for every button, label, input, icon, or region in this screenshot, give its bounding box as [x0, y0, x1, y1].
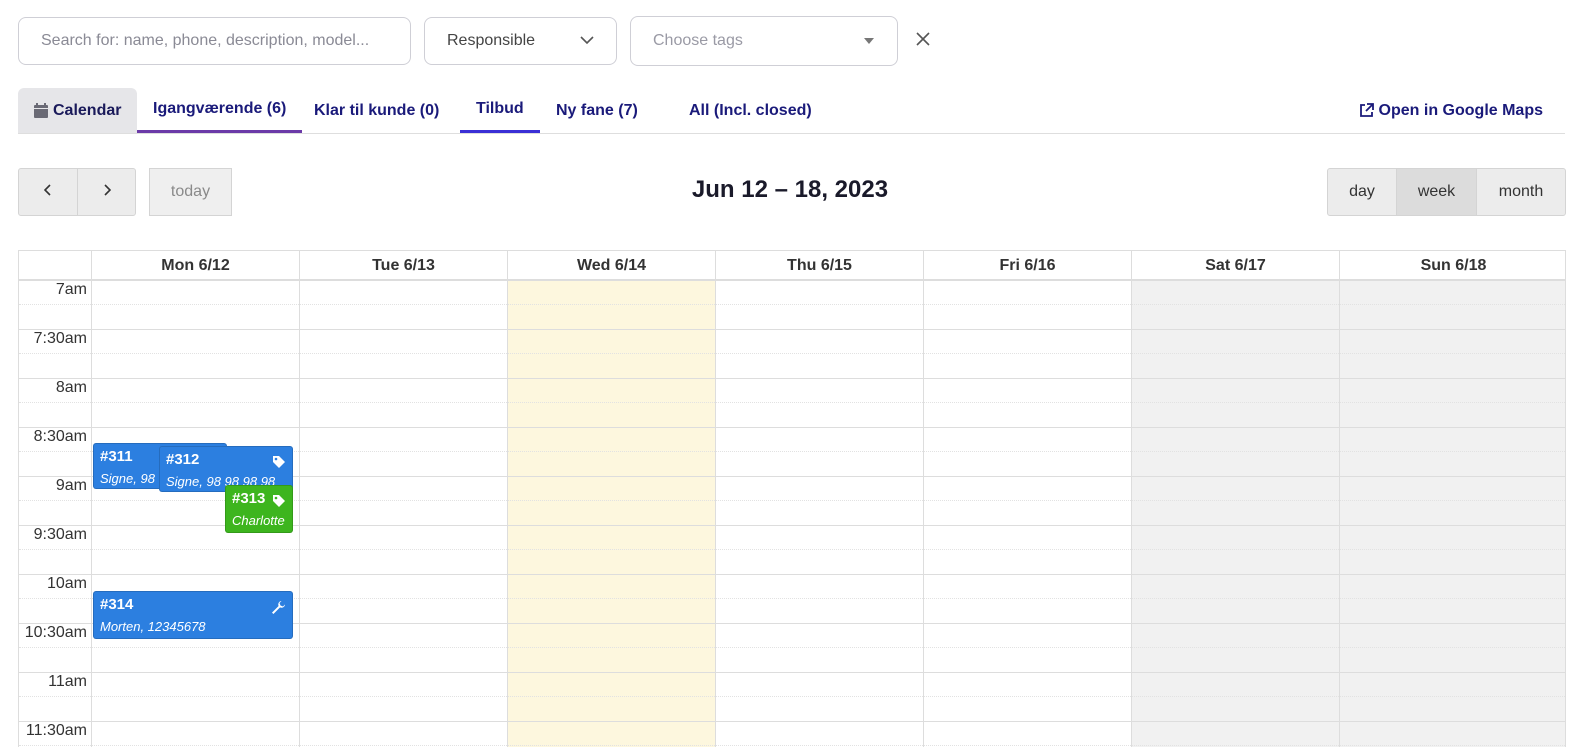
search-field[interactable]: [18, 17, 411, 65]
tab-ny-fane[interactable]: Ny fane (7): [540, 88, 654, 133]
slot-line: [19, 353, 1565, 354]
calendar-title: Jun 12 – 18, 2023: [691, 176, 889, 203]
tag-icon: [272, 455, 286, 472]
tab-label: Igangværende (6): [153, 100, 287, 117]
day-column-thu[interactable]: [715, 280, 923, 747]
slot-line: [19, 427, 1565, 428]
responsible-select[interactable]: Responsible: [424, 17, 617, 65]
slot-line: [19, 721, 1565, 722]
day-column-wed-today[interactable]: [507, 280, 715, 747]
day-header: Mon 6/12: [91, 251, 299, 280]
tags-placeholder: Choose tags: [653, 32, 743, 49]
next-button[interactable]: [77, 168, 136, 216]
time-label: 9am: [55, 477, 87, 494]
day-column-sat[interactable]: [1131, 280, 1339, 747]
tab-tilbud[interactable]: Tilbud: [460, 88, 540, 133]
slot-line: [19, 647, 1565, 648]
time-label: 9:30am: [33, 526, 87, 543]
tab-klar-til-kunde[interactable]: Klar til kunde (0): [298, 88, 455, 133]
day-header: Fri 6/16: [923, 251, 1131, 280]
time-label: 7:30am: [33, 330, 87, 347]
tab-label: Ny fane (7): [556, 101, 638, 119]
open-google-maps-link[interactable]: Open in Google Maps: [1359, 88, 1543, 133]
slot-line: [19, 304, 1565, 305]
day-header: Tue 6/13: [299, 251, 507, 280]
slot-line: [19, 549, 1565, 550]
slot-line: [19, 329, 1565, 330]
tab-label: Tilbud: [476, 100, 524, 117]
slot-line: [19, 574, 1565, 575]
day-column-fri[interactable]: [923, 280, 1131, 747]
view-day-button[interactable]: day: [1327, 168, 1397, 216]
caret-down-icon: [863, 32, 875, 50]
event-number: #314: [100, 596, 134, 613]
event-description: Morten, 12345678: [100, 619, 206, 634]
slot-line: [19, 402, 1565, 403]
search-input[interactable]: [41, 32, 388, 50]
time-label: 10am: [46, 575, 87, 592]
slot-line: [19, 378, 1565, 379]
time-label: 11am: [48, 673, 87, 690]
time-label: 10:30am: [24, 624, 87, 641]
tab-calendar[interactable]: Calendar: [18, 88, 137, 133]
event-313[interactable]: #313 Charlotte: [225, 485, 293, 533]
slot-line: [19, 696, 1565, 697]
chevron-left-icon: [43, 183, 52, 201]
event-number: #312: [166, 451, 200, 468]
day-header: Wed 6/14: [507, 251, 715, 280]
slot-line: [19, 280, 1565, 281]
view-month-button[interactable]: month: [1476, 168, 1566, 216]
event-description: Charlotte: [232, 513, 285, 528]
calendar-icon: [34, 103, 48, 118]
day-header-row: Mon 6/12 Tue 6/13 Wed 6/14 Thu 6/15 Fri …: [19, 251, 1565, 280]
tab-label: All (Incl. closed): [689, 101, 812, 119]
tab-label: Klar til kunde (0): [314, 101, 440, 119]
week-calendar-grid: Mon 6/12 Tue 6/13 Wed 6/14 Thu 6/15 Fri …: [18, 250, 1566, 747]
chevron-down-icon: [580, 32, 594, 50]
tab-all[interactable]: All (Incl. closed): [673, 88, 828, 133]
tag-icon: [272, 494, 286, 511]
close-icon: [916, 31, 930, 51]
tab-igangvaerende[interactable]: Igangværende (6): [137, 88, 303, 133]
slot-line: [19, 672, 1565, 673]
time-label: 11:30am: [25, 722, 87, 739]
clear-filters-button[interactable]: [910, 28, 936, 54]
day-header: Thu 6/15: [715, 251, 923, 280]
tab-label: Calendar: [53, 101, 122, 119]
time-label: 8:30am: [33, 428, 87, 445]
tags-select[interactable]: Choose tags: [630, 16, 898, 66]
slot-line: [19, 745, 1565, 746]
day-column-sun[interactable]: [1339, 280, 1565, 747]
today-button[interactable]: today: [149, 168, 232, 216]
event-314[interactable]: #314 Morten, 12345678: [93, 591, 293, 639]
chevron-right-icon: [103, 183, 111, 201]
time-label: 8am: [55, 379, 87, 396]
day-header: Sat 6/17: [1131, 251, 1339, 280]
wrench-icon: [271, 600, 286, 618]
prev-button[interactable]: [18, 168, 78, 216]
responsible-label: Responsible: [447, 32, 536, 49]
day-column-tue[interactable]: [299, 280, 507, 747]
tab-bar: Calendar Igangværende (6) Klar til kunde…: [18, 88, 1565, 134]
day-header: Sun 6/18: [1339, 251, 1565, 280]
time-label: 7am: [55, 281, 87, 298]
external-link-icon: [1359, 103, 1374, 118]
maps-label: Open in Google Maps: [1378, 101, 1543, 119]
view-week-button[interactable]: week: [1396, 168, 1477, 216]
